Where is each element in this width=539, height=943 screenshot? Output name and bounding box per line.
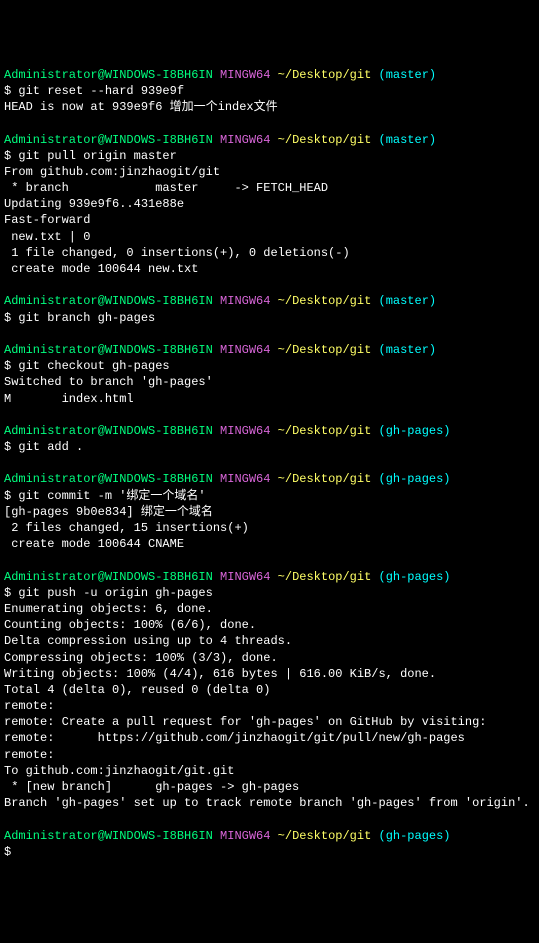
prompt-branch: (gh-pages) bbox=[379, 424, 451, 438]
output-line: remote: https://github.com/jinzhaogit/gi… bbox=[4, 730, 535, 746]
prompt-user: Administrator@WINDOWS-I8BH6IN bbox=[4, 343, 213, 357]
prompt-branch: (master) bbox=[379, 343, 437, 357]
prompt-user: Administrator@WINDOWS-I8BH6IN bbox=[4, 133, 213, 147]
output-line: Switched to branch 'gh-pages' bbox=[4, 374, 535, 390]
prompt-line: Administrator@WINDOWS-I8BH6IN MINGW64 ~/… bbox=[4, 828, 535, 844]
output-line: remote: Create a pull request for 'gh-pa… bbox=[4, 714, 535, 730]
prompt-line: Administrator@WINDOWS-I8BH6IN MINGW64 ~/… bbox=[4, 342, 535, 358]
prompt-user: Administrator@WINDOWS-I8BH6IN bbox=[4, 68, 213, 82]
output-line: Writing objects: 100% (4/4), 616 bytes |… bbox=[4, 666, 535, 682]
prompt-path: ~/Desktop/git bbox=[278, 343, 372, 357]
output-line: Delta compression using up to 4 threads. bbox=[4, 633, 535, 649]
output-line: Fast-forward bbox=[4, 212, 535, 228]
prompt-line: Administrator@WINDOWS-I8BH6IN MINGW64 ~/… bbox=[4, 293, 535, 309]
prompt-shell: MINGW64 bbox=[220, 829, 270, 843]
command-line: $ git pull origin master bbox=[4, 148, 535, 164]
output-line: Branch 'gh-pages' set up to track remote… bbox=[4, 795, 535, 811]
prompt-path: ~/Desktop/git bbox=[278, 424, 372, 438]
prompt-shell: MINGW64 bbox=[220, 570, 270, 584]
output-line: * [new branch] gh-pages -> gh-pages bbox=[4, 779, 535, 795]
blank-line bbox=[4, 407, 535, 423]
blank-line bbox=[4, 455, 535, 471]
output-line: Total 4 (delta 0), reused 0 (delta 0) bbox=[4, 682, 535, 698]
command-line: $ bbox=[4, 844, 535, 860]
output-line: To github.com:jinzhaogit/git.git bbox=[4, 763, 535, 779]
blank-line bbox=[4, 326, 535, 342]
command-line: $ git checkout gh-pages bbox=[4, 358, 535, 374]
prompt-user: Administrator@WINDOWS-I8BH6IN bbox=[4, 829, 213, 843]
prompt-branch: (master) bbox=[379, 133, 437, 147]
prompt-user: Administrator@WINDOWS-I8BH6IN bbox=[4, 294, 213, 308]
prompt-path: ~/Desktop/git bbox=[278, 472, 372, 486]
output-line: remote: bbox=[4, 747, 535, 763]
prompt-user: Administrator@WINDOWS-I8BH6IN bbox=[4, 424, 213, 438]
output-line: * branch master -> FETCH_HEAD bbox=[4, 180, 535, 196]
prompt-line: Administrator@WINDOWS-I8BH6IN MINGW64 ~/… bbox=[4, 67, 535, 83]
prompt-user: Administrator@WINDOWS-I8BH6IN bbox=[4, 570, 213, 584]
output-line: new.txt | 0 bbox=[4, 229, 535, 245]
prompt-branch: (gh-pages) bbox=[379, 570, 451, 584]
blank-line bbox=[4, 277, 535, 293]
terminal-output[interactable]: Administrator@WINDOWS-I8BH6IN MINGW64 ~/… bbox=[4, 67, 535, 860]
prompt-user: Administrator@WINDOWS-I8BH6IN bbox=[4, 472, 213, 486]
output-line: Compressing objects: 100% (3/3), done. bbox=[4, 650, 535, 666]
command-line: $ git push -u origin gh-pages bbox=[4, 585, 535, 601]
output-line: M index.html bbox=[4, 391, 535, 407]
prompt-branch: (master) bbox=[379, 294, 437, 308]
command-line: $ git add . bbox=[4, 439, 535, 455]
command-line: $ git reset --hard 939e9f bbox=[4, 83, 535, 99]
prompt-branch: (master) bbox=[379, 68, 437, 82]
output-line: create mode 100644 new.txt bbox=[4, 261, 535, 277]
prompt-path: ~/Desktop/git bbox=[278, 570, 372, 584]
command-line: $ git branch gh-pages bbox=[4, 310, 535, 326]
prompt-shell: MINGW64 bbox=[220, 133, 270, 147]
prompt-path: ~/Desktop/git bbox=[278, 829, 372, 843]
prompt-branch: (gh-pages) bbox=[379, 829, 451, 843]
prompt-path: ~/Desktop/git bbox=[278, 133, 372, 147]
prompt-shell: MINGW64 bbox=[220, 294, 270, 308]
prompt-shell: MINGW64 bbox=[220, 424, 270, 438]
output-line: Counting objects: 100% (6/6), done. bbox=[4, 617, 535, 633]
blank-line bbox=[4, 811, 535, 827]
command-line: $ git commit -m '绑定一个域名' bbox=[4, 488, 535, 504]
prompt-line: Administrator@WINDOWS-I8BH6IN MINGW64 ~/… bbox=[4, 423, 535, 439]
output-line: 1 file changed, 0 insertions(+), 0 delet… bbox=[4, 245, 535, 261]
output-line: HEAD is now at 939e9f6 增加一个index文件 bbox=[4, 99, 535, 115]
prompt-shell: MINGW64 bbox=[220, 343, 270, 357]
prompt-line: Administrator@WINDOWS-I8BH6IN MINGW64 ~/… bbox=[4, 132, 535, 148]
output-line: Updating 939e9f6..431e88e bbox=[4, 196, 535, 212]
output-line: 2 files changed, 15 insertions(+) bbox=[4, 520, 535, 536]
blank-line bbox=[4, 115, 535, 131]
output-line: Enumerating objects: 6, done. bbox=[4, 601, 535, 617]
prompt-shell: MINGW64 bbox=[220, 68, 270, 82]
prompt-shell: MINGW64 bbox=[220, 472, 270, 486]
output-line: create mode 100644 CNAME bbox=[4, 536, 535, 552]
prompt-line: Administrator@WINDOWS-I8BH6IN MINGW64 ~/… bbox=[4, 569, 535, 585]
prompt-branch: (gh-pages) bbox=[379, 472, 451, 486]
prompt-line: Administrator@WINDOWS-I8BH6IN MINGW64 ~/… bbox=[4, 471, 535, 487]
output-line: [gh-pages 9b0e834] 绑定一个域名 bbox=[4, 504, 535, 520]
output-line: remote: bbox=[4, 698, 535, 714]
output-line: From github.com:jinzhaogit/git bbox=[4, 164, 535, 180]
blank-line bbox=[4, 552, 535, 568]
prompt-path: ~/Desktop/git bbox=[278, 68, 372, 82]
prompt-path: ~/Desktop/git bbox=[278, 294, 372, 308]
